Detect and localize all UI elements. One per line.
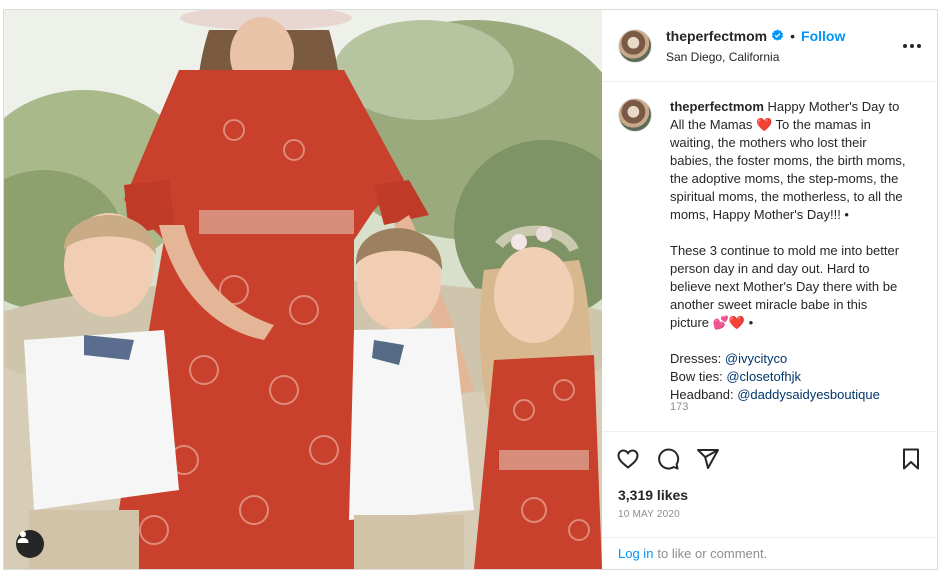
username-link[interactable]: theperfectmom bbox=[666, 28, 767, 44]
user-tag-icon[interactable] bbox=[16, 530, 44, 558]
post-photo[interactable] bbox=[4, 10, 602, 569]
header-user-row: theperfectmom • Follow bbox=[666, 28, 845, 44]
caption-paragraph-2: These 3 continue to mold me into better … bbox=[670, 243, 900, 330]
follow-button[interactable]: Follow bbox=[801, 28, 845, 44]
caption-username[interactable]: theperfectmom bbox=[670, 99, 764, 114]
caption-paragraph-1: theperfectmom Happy Mother's Day to All … bbox=[670, 98, 906, 224]
post-side-panel: theperfectmom • Follow San Diego, Califo… bbox=[602, 10, 937, 569]
credit-label: Bow ties: bbox=[670, 369, 727, 384]
login-link[interactable]: Log in bbox=[618, 546, 653, 561]
location-link[interactable]: San Diego, California bbox=[666, 50, 845, 64]
caption-avatar[interactable] bbox=[618, 98, 652, 132]
credit-label: Dresses: bbox=[670, 351, 725, 366]
share-icon[interactable] bbox=[696, 447, 720, 471]
credit-bowties: Bow ties: @closetofhjk bbox=[670, 368, 906, 386]
caption-area[interactable]: theperfectmom Happy Mother's Day to All … bbox=[602, 82, 937, 431]
action-bar bbox=[602, 431, 937, 485]
bookmark-icon[interactable] bbox=[899, 447, 923, 471]
separator-dot: • bbox=[790, 27, 796, 44]
mention-link[interactable]: @daddysaidyesboutique bbox=[737, 387, 880, 402]
family-photo-illustration bbox=[4, 10, 602, 569]
mention-link[interactable]: @ivycityco bbox=[725, 351, 787, 366]
instagram-post: theperfectmom • Follow San Diego, Califo… bbox=[3, 9, 938, 570]
post-date: 10 MAY 2020 bbox=[618, 509, 680, 520]
header-text: theperfectmom • Follow San Diego, Califo… bbox=[666, 28, 845, 64]
heart-icon[interactable] bbox=[616, 447, 640, 471]
more-dot bbox=[903, 43, 907, 48]
more-dot bbox=[917, 43, 921, 48]
caption-body-1: Happy Mother's Day to All the Mamas ❤️ T… bbox=[670, 99, 906, 222]
caption-text: theperfectmom Happy Mother's Day to All … bbox=[670, 98, 906, 431]
verified-badge-icon bbox=[772, 29, 784, 41]
login-prompt: Log in to like or comment. bbox=[602, 537, 937, 569]
mention-link[interactable]: @closetofhjk bbox=[726, 369, 801, 384]
credit-headband: Headband: @daddysaidyesboutique bbox=[670, 386, 906, 404]
login-prompt-text: to like or comment. bbox=[657, 546, 768, 561]
more-dot bbox=[910, 43, 914, 48]
avatar[interactable] bbox=[618, 28, 652, 63]
more-options-icon[interactable] bbox=[901, 38, 923, 54]
comment-icon[interactable] bbox=[656, 447, 680, 471]
likes-count[interactable]: 3,319 likes bbox=[602, 485, 937, 503]
post-header: theperfectmom • Follow San Diego, Califo… bbox=[602, 10, 937, 82]
credit-dresses: Dresses: @ivycityco bbox=[670, 350, 906, 368]
